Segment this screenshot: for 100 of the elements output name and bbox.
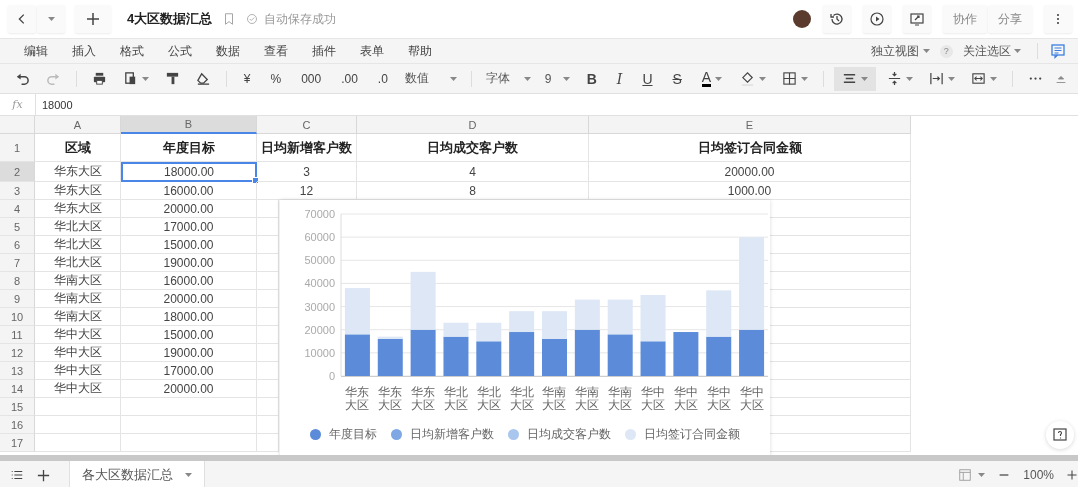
caret-icon[interactable] xyxy=(715,76,723,81)
menu-item[interactable]: 帮助 xyxy=(396,42,444,60)
table-cell[interactable]: 15000.00 xyxy=(121,236,257,254)
caret-icon[interactable] xyxy=(1014,49,1021,53)
empty-cell[interactable] xyxy=(121,398,257,416)
caret-icon[interactable] xyxy=(759,76,767,81)
table-cell[interactable]: 20000.00 xyxy=(121,380,257,398)
table-cell[interactable]: 华北大区 xyxy=(35,254,121,272)
row-header[interactable]: 17 xyxy=(0,434,35,452)
empty-cell[interactable] xyxy=(257,308,279,326)
table-cell[interactable]: 华北大区 xyxy=(35,218,121,236)
layout-icon[interactable] xyxy=(958,468,973,482)
number-format-dropdown[interactable]: 数值 xyxy=(400,66,461,91)
menu-item[interactable]: 查看 xyxy=(252,42,300,60)
empty-cell[interactable] xyxy=(121,416,257,434)
font-dropdown[interactable]: 字体 xyxy=(481,66,535,91)
text-style-button[interactable]: B xyxy=(579,66,604,91)
header-button[interactable]: 分享 xyxy=(988,5,1032,33)
table-cell[interactable]: 18000.00 xyxy=(121,308,257,326)
number-format-button[interactable]: % xyxy=(263,66,289,91)
table-cell[interactable]: 17000.00 xyxy=(121,218,257,236)
plus-icon[interactable] xyxy=(36,467,51,483)
menu-item[interactable]: 插入 xyxy=(60,42,108,60)
table-cell[interactable]: 4 xyxy=(357,162,589,182)
menu-item[interactable]: 编辑 xyxy=(12,42,60,60)
empty-cell[interactable] xyxy=(257,272,279,290)
empty-cell[interactable] xyxy=(257,362,279,380)
text-style-button[interactable]: S xyxy=(665,66,689,91)
legend-label[interactable]: 日均签订合同金额 xyxy=(644,426,740,444)
table-cell[interactable]: 18000.00 xyxy=(121,162,257,182)
row-header[interactable]: 9 xyxy=(0,290,35,308)
empty-cell[interactable] xyxy=(257,380,279,398)
sheet-tab[interactable]: 各大区数据汇总 xyxy=(69,461,205,487)
table-cell[interactable]: 华中大区 xyxy=(35,344,121,362)
table-cell[interactable]: 华中大区 xyxy=(35,380,121,398)
row-header[interactable]: 14 xyxy=(0,380,35,398)
caret-icon[interactable] xyxy=(948,76,956,81)
menu-item[interactable]: 格式 xyxy=(108,42,156,60)
caret-icon[interactable] xyxy=(978,473,986,477)
row-header[interactable]: 13 xyxy=(0,362,35,380)
text-style-button[interactable]: U xyxy=(635,66,660,91)
present-button[interactable] xyxy=(903,5,931,33)
table-cell[interactable]: 华东大区 xyxy=(35,162,121,182)
header-cell[interactable]: 年度目标 xyxy=(121,134,257,162)
row-header[interactable]: 7 xyxy=(0,254,35,272)
empty-cell[interactable] xyxy=(121,434,257,452)
empty-cell[interactable] xyxy=(257,416,279,434)
align-center-button[interactable] xyxy=(834,66,877,91)
user-avatar[interactable] xyxy=(793,10,811,28)
font-size-dropdown[interactable]: 9 xyxy=(540,66,574,91)
number-format-button[interactable]: ¥ xyxy=(236,66,258,91)
table-cell[interactable]: 华南大区 xyxy=(35,290,121,308)
text-style-button[interactable]: A xyxy=(694,66,730,91)
caret-icon[interactable] xyxy=(47,17,55,21)
plus-icon[interactable] xyxy=(1066,469,1078,481)
list-icon[interactable] xyxy=(10,468,24,482)
empty-cell[interactable] xyxy=(257,254,279,272)
row-header[interactable]: 11 xyxy=(0,326,35,344)
caret-icon[interactable] xyxy=(185,472,192,477)
caret-icon[interactable] xyxy=(990,76,998,81)
legend-label[interactable]: 日均成交客户数 xyxy=(527,426,611,444)
row-header[interactable]: 3 xyxy=(0,182,35,200)
table-cell[interactable]: 华东大区 xyxy=(35,182,121,200)
menu-item[interactable]: 插件 xyxy=(300,42,348,60)
column-header[interactable]: A xyxy=(35,116,121,134)
table-cell[interactable]: 20000.00 xyxy=(589,162,911,182)
chart-panel[interactable]: 0 10000 20000 30000 40000 50000 60000 70000 华东大区 华东大区 华东大区 华北大区 华北大区 华北大区 华南大区 华南大区 华南大区 华中大区 华中大区 华中大区 华中大区 年度目标 日均新增客户数 日均成交客户数 日均签订合同金额 xyxy=(280,200,770,455)
table-cell[interactable]: 华南大区 xyxy=(35,308,121,326)
header-cell[interactable]: 日均新增客户数 xyxy=(257,134,357,162)
caret-icon[interactable] xyxy=(801,76,809,81)
text-style-button[interactable]: I xyxy=(609,66,630,91)
row-header[interactable]: 12 xyxy=(0,344,35,362)
caret-icon[interactable] xyxy=(906,76,914,81)
row-header[interactable]: 10 xyxy=(0,308,35,326)
new-button[interactable] xyxy=(75,5,111,33)
header-cell[interactable]: 区域 xyxy=(35,134,121,162)
row-header[interactable]: 2 xyxy=(0,162,35,182)
row-header[interactable]: 1 xyxy=(0,134,35,162)
empty-cell[interactable] xyxy=(257,398,279,416)
number-format-button[interactable]: 000 xyxy=(294,66,329,91)
menu-item[interactable]: 数据 xyxy=(204,42,252,60)
caret-icon[interactable] xyxy=(922,49,930,53)
column-header[interactable]: E xyxy=(589,116,911,134)
table-cell[interactable]: 16000.00 xyxy=(121,272,257,290)
fill-handle[interactable] xyxy=(252,177,259,184)
number-format-button[interactable]: .0 xyxy=(370,66,395,91)
column-header[interactable]: B xyxy=(121,116,257,134)
menu-item[interactable]: 表单 xyxy=(348,42,396,60)
header-cell[interactable]: 日均签订合同金额 xyxy=(589,134,911,162)
table-cell[interactable]: 华中大区 xyxy=(35,362,121,380)
row-header[interactable]: 8 xyxy=(0,272,35,290)
table-cell[interactable]: 15000.00 xyxy=(121,326,257,344)
empty-cell[interactable] xyxy=(257,236,279,254)
table-cell[interactable]: 19000.00 xyxy=(121,344,257,362)
row-header[interactable]: 5 xyxy=(0,218,35,236)
header-cell[interactable]: 日均成交客户数 xyxy=(357,134,589,162)
horizontal-scrollbar[interactable] xyxy=(0,455,1078,461)
select-all-corner[interactable] xyxy=(0,116,35,134)
empty-cell[interactable] xyxy=(257,326,279,344)
header-button[interactable]: 协作 xyxy=(943,5,987,33)
